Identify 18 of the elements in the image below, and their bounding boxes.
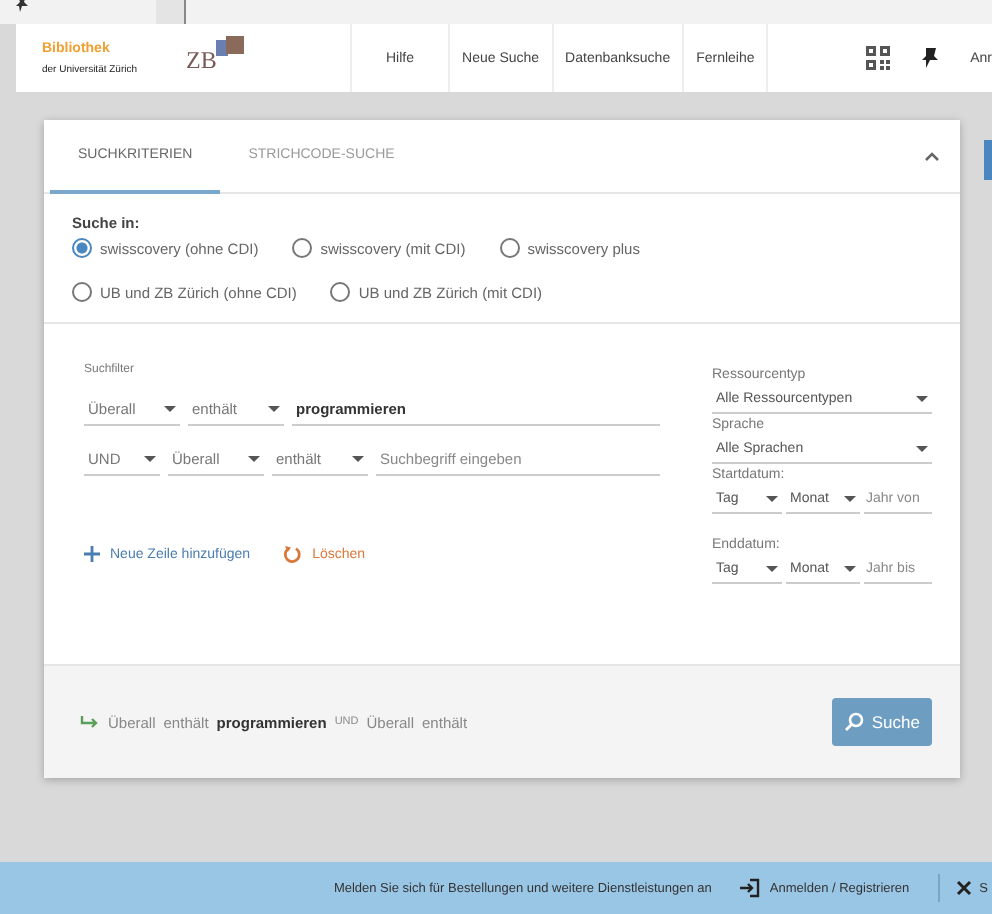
radio-button[interactable] [72, 238, 92, 258]
plus-icon [84, 546, 100, 562]
zb-logo-text[interactable]: ZB [186, 46, 217, 76]
pin-icon[interactable] [12, 0, 32, 14]
arrow-icon [80, 715, 100, 729]
radio-button[interactable] [292, 238, 313, 258]
radio-button[interactable] [330, 282, 351, 302]
radio-button[interactable] [499, 238, 520, 258]
window-fragment [156, 0, 186, 24]
search-icon [843, 712, 864, 732]
close-icon [955, 880, 972, 896]
reset-icon [282, 544, 303, 564]
collapse-icon[interactable] [924, 151, 940, 161]
sign-in-icon [739, 878, 760, 898]
radio-button[interactable] [72, 282, 92, 302]
book-logo-icon [214, 34, 246, 58]
pin-icon[interactable] [918, 46, 943, 70]
qr-code-icon[interactable] [866, 46, 891, 70]
